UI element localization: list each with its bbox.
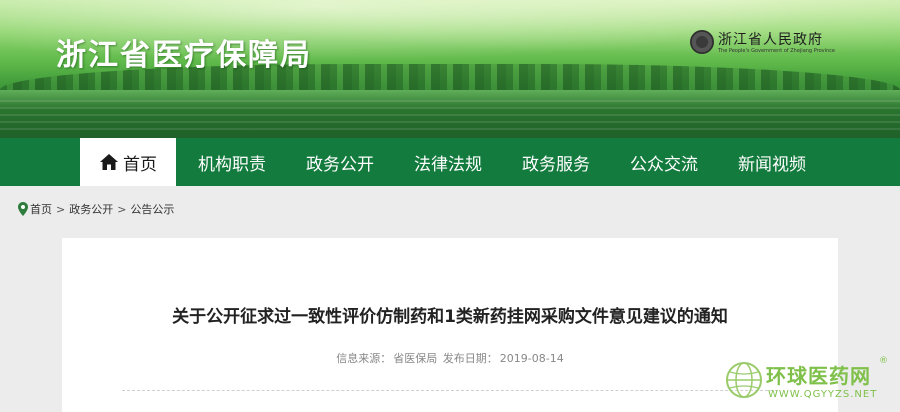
breadcrumb: 首页 > 政务公开 > 公告公示 — [18, 200, 174, 218]
nav-item-institution[interactable]: 机构职责 — [178, 138, 286, 186]
breadcrumb-home[interactable]: 首页 — [30, 201, 52, 217]
nav-item-label: 首页 — [123, 154, 157, 175]
nav-item-government-affairs[interactable]: 政务公开 — [286, 138, 394, 186]
nav-item-news-video[interactable]: 新闻视频 — [718, 138, 826, 186]
main-nav: 首页 机构职责 政务公开 法律法规 政务服务 公众交流 新闻视频 — [0, 138, 900, 186]
meta-divider — [122, 390, 778, 391]
gov-logo[interactable]: 浙江省人民政府 The People's Government of Zheji… — [690, 26, 850, 60]
date-value: 2019-08-14 — [499, 352, 564, 365]
nav-item-services[interactable]: 政务服务 — [502, 138, 610, 186]
watermark-name: 环球医药网 — [766, 364, 871, 388]
breadcrumb-separator: > — [56, 202, 66, 216]
registered-mark: ® — [879, 356, 888, 366]
article-title: 关于公开征求过一致性评价仿制药和1类新药挂网采购文件意见建议的通知 — [172, 307, 728, 327]
home-icon — [100, 154, 118, 170]
location-pin-icon — [18, 202, 28, 216]
breadcrumb-government-affairs[interactable]: 政务公开 — [69, 201, 113, 217]
nav-items: 首页 机构职责 政务公开 法律法规 政务服务 公众交流 新闻视频 — [80, 138, 826, 186]
gov-emblem-icon — [690, 30, 714, 54]
globe-icon — [726, 362, 762, 398]
article-panel: 关于公开征求过一致性评价仿制药和1类新药挂网采购文件意见建议的通知 信息来源：省… — [62, 238, 838, 412]
breadcrumb-separator: > — [117, 202, 127, 216]
gov-name: 浙江省人民政府 — [718, 32, 823, 48]
watermark: 环球医药网 ® WWW.QGYYZS.NET — [724, 356, 894, 408]
date-label: 发布日期： — [442, 352, 498, 365]
nav-item-laws[interactable]: 法律法规 — [394, 138, 502, 186]
breadcrumb-announcements[interactable]: 公告公示 — [130, 201, 174, 217]
gov-subtitle: The People's Government of Zhejiang Prov… — [718, 48, 835, 54]
nav-item-public-exchange[interactable]: 公众交流 — [610, 138, 718, 186]
header-banner: 浙江省医疗保障局 浙江省人民政府 The People's Government… — [0, 0, 900, 138]
source-label: 信息来源： — [336, 352, 392, 365]
watermark-url: WWW.QGYYZS.NET — [768, 389, 878, 400]
article-meta: 信息来源： 省医保局 发布日期： 2019-08-14 — [62, 350, 838, 366]
banner-ripple — [0, 100, 900, 130]
source-value: 省医保局 — [393, 352, 438, 365]
site-title[interactable]: 浙江省医疗保障局 — [56, 30, 312, 74]
nav-item-home[interactable]: 首页 — [80, 138, 176, 186]
